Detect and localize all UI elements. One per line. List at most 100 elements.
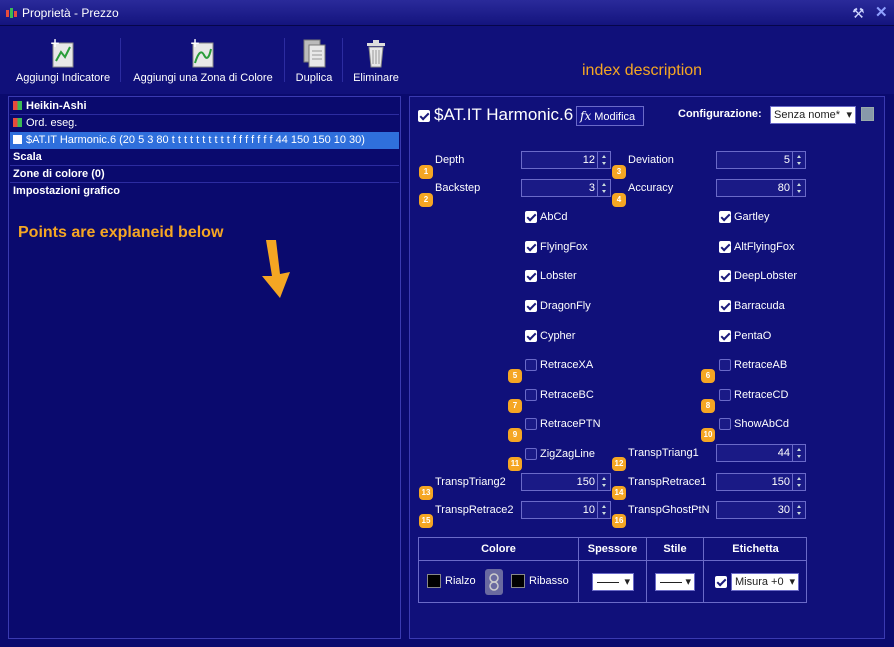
tree-item-ord-eseg[interactable]: Ord. eseg.: [10, 115, 399, 132]
altflyingfox-checkbox[interactable]: [719, 241, 731, 253]
rise-color-swatch[interactable]: [427, 574, 441, 588]
trash-icon: [361, 37, 391, 69]
abcd-checkbox[interactable]: [525, 211, 537, 223]
showabcd-checkbox[interactable]: [719, 418, 731, 430]
link-icon[interactable]: [485, 569, 503, 595]
cypher-checkbox[interactable]: [525, 330, 537, 342]
duplicate-label: Duplica: [295, 72, 333, 84]
window-title: Proprietà - Prezzo: [22, 6, 119, 20]
transptriang2-value: 150: [576, 476, 595, 488]
barracuda-checkbox[interactable]: [719, 300, 731, 312]
spinner[interactable]: [792, 180, 805, 196]
transpghost-value: 30: [777, 504, 790, 516]
add-color-zone-button[interactable]: + Aggiungi una Zona di Colore: [128, 26, 278, 92]
retraceptn-checkbox[interactable]: [525, 418, 537, 430]
pentao-checkbox[interactable]: [719, 330, 731, 342]
label-select[interactable]: Misura +0: [731, 573, 799, 591]
spinner[interactable]: [792, 445, 805, 461]
flyingfox-label: FlyingFox: [540, 241, 588, 253]
accuracy-input[interactable]: 80: [716, 179, 806, 197]
transpretrace1-input[interactable]: 150: [716, 473, 806, 491]
duplicate-button[interactable]: Duplica: [290, 26, 338, 92]
header-color: Colore: [419, 538, 579, 561]
thickness-cell: [579, 561, 647, 603]
spinner[interactable]: [792, 152, 805, 168]
add-color-zone-label: Aggiungi una Zona di Colore: [133, 72, 273, 84]
points-note-annotation: Points are explaneid below: [18, 224, 224, 241]
tree-item-label: Ord. eseg.: [26, 117, 78, 129]
header-thickness: Spessore: [579, 538, 647, 561]
badge: 12: [612, 457, 626, 471]
thickness-select[interactable]: [592, 573, 634, 591]
indicator-enabled-checkbox[interactable]: [418, 110, 430, 122]
spinner[interactable]: [597, 180, 610, 196]
add-indicator-label: Aggiungi Indicatore: [15, 72, 111, 84]
transpretrace1-label: TranspRetrace1: [628, 476, 707, 488]
badge: 5: [508, 369, 522, 383]
add-indicator-button[interactable]: + Aggiungi Indicatore: [12, 26, 114, 92]
spinner[interactable]: [792, 474, 805, 490]
delete-label: Eliminare: [353, 72, 399, 84]
edit-label: Modifica: [594, 111, 636, 123]
toolbar: + Aggiungi Indicatore + Aggiungi una Zon…: [0, 26, 894, 94]
tree-item-harmonic[interactable]: $AT.IT Harmonic.6 (20 5 3 80 t t t t t t…: [10, 132, 399, 149]
spinner[interactable]: [792, 502, 805, 518]
config-select[interactable]: Senza nome*: [770, 106, 856, 124]
gartley-checkbox[interactable]: [719, 211, 731, 223]
retracebc-label: RetraceBC: [540, 389, 594, 401]
fall-color-swatch[interactable]: [511, 574, 525, 588]
save-icon[interactable]: [861, 107, 874, 121]
retracecd-checkbox[interactable]: [719, 389, 731, 401]
abcd-label: AbCd: [540, 211, 568, 223]
transpghost-input[interactable]: 30: [716, 501, 806, 519]
add-color-zone-icon: +: [188, 36, 218, 69]
transptriang1-value: 44: [777, 447, 790, 459]
dragonfly-checkbox[interactable]: [525, 300, 537, 312]
gartley-label: Gartley: [734, 211, 770, 223]
edit-button[interactable]: fx Modifica: [576, 106, 644, 126]
transpretrace2-label: TranspRetrace2: [435, 504, 514, 516]
tree-item-heikin-ashi[interactable]: Heikin-Ashi: [10, 98, 399, 115]
transptriang1-input[interactable]: 44: [716, 444, 806, 462]
function-icon: fx: [580, 109, 592, 123]
lobster-checkbox[interactable]: [525, 270, 537, 282]
spinner[interactable]: [597, 474, 610, 490]
style-select[interactable]: [655, 573, 695, 591]
zigzagline-checkbox[interactable]: [525, 448, 537, 460]
close-icon[interactable]: ✕: [875, 3, 888, 21]
wrench-icon[interactable]: ⚒: [852, 5, 865, 22]
tree-item-color-zones[interactable]: Zone di colore (0): [10, 166, 399, 183]
badge: 7: [508, 399, 522, 413]
retraceab-label: RetraceAB: [734, 359, 788, 371]
deviation-label: Deviation: [628, 154, 674, 166]
color-swatch: [13, 118, 22, 127]
delete-button[interactable]: Eliminare: [348, 26, 404, 92]
retracebc-checkbox[interactable]: [525, 389, 537, 401]
tree-item-scala[interactable]: Scala: [10, 149, 399, 166]
altflyingfox-label: AltFlyingFox: [734, 241, 795, 253]
transptriang2-input[interactable]: 150: [521, 473, 611, 491]
index-description-annotation: index description: [582, 62, 703, 79]
retracexa-label: RetraceXA: [540, 359, 594, 371]
transpretrace2-input[interactable]: 10: [521, 501, 611, 519]
retracexa-checkbox[interactable]: [525, 359, 537, 371]
accuracy-value: 80: [777, 182, 790, 194]
deviation-input[interactable]: 5: [716, 151, 806, 169]
flyingfox-checkbox[interactable]: [525, 241, 537, 253]
spinner[interactable]: [597, 502, 610, 518]
color-swatch: [13, 101, 22, 110]
lobster-label: Lobster: [540, 270, 577, 282]
depth-input[interactable]: 12: [521, 151, 611, 169]
badge: 11: [508, 457, 522, 471]
label-checkbox[interactable]: [715, 576, 727, 588]
tree-item-chart-settings[interactable]: Impostazioni grafico: [10, 183, 399, 200]
backstep-input[interactable]: 3: [521, 179, 611, 197]
spinner[interactable]: [597, 152, 610, 168]
arrow-down-icon: [258, 240, 294, 301]
deeplobster-checkbox[interactable]: [719, 270, 731, 282]
transptriang1-label: TranspTriang1: [628, 447, 699, 459]
retraceab-checkbox[interactable]: [719, 359, 731, 371]
config-label: Configurazione:: [678, 108, 762, 120]
header-style: Stile: [647, 538, 704, 561]
badge: 4: [612, 193, 626, 207]
